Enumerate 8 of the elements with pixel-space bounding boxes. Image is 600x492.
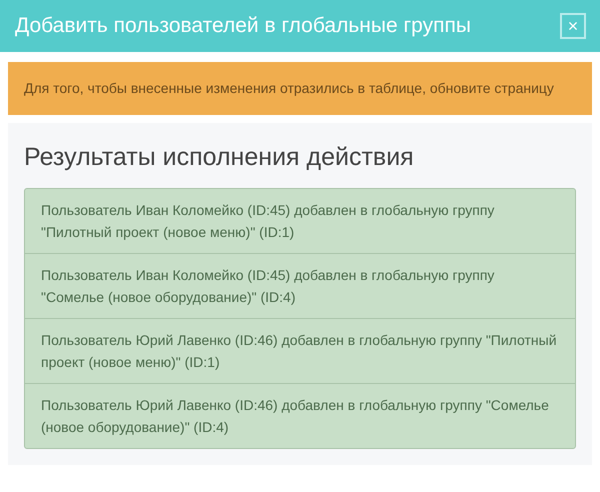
result-item: Пользователь Иван Коломейко (ID:45) добавлен в глобальную группу "Сомелье (новое оборудование)" (ID:4) bbox=[25, 253, 575, 318]
close-button[interactable]: × bbox=[560, 13, 586, 39]
result-item: Пользователь Юрий Лавенко (ID:46) добавлен в глобальную группу "Пилотный проект (новое меню)" (ID:1) bbox=[25, 318, 575, 383]
result-item: Пользователь Иван Коломейко (ID:45) добавлен в глобальную группу "Пилотный проект (новое меню)" (ID:1) bbox=[40, 201, 496, 242]
warning-alert: Для того, чтобы внесенные изменения отразились в таблице, обновите страницу bbox=[8, 62, 592, 115]
result-item: Пользователь Юрий Лавенко (ID:46) добавлен в глобальную группу "Сомелье (новое оборудование)" (ID:4) bbox=[25, 383, 575, 448]
results-heading: Результаты исполнения действия bbox=[24, 143, 415, 172]
dialog-title: Добавить пользователей в глобальные группы bbox=[15, 14, 471, 38]
